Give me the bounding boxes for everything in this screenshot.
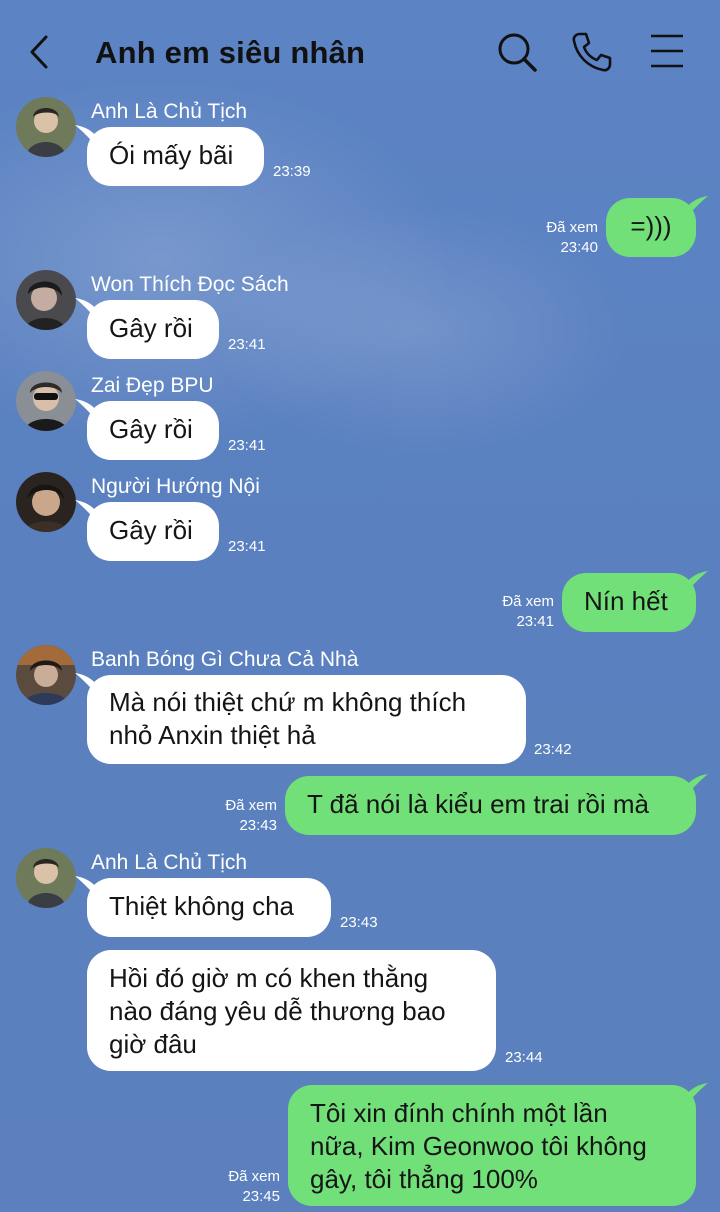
avatar[interactable]: [16, 472, 76, 532]
message-time: 23:41: [228, 437, 266, 454]
message-bubble[interactable]: Hồi đó giờ m có khen thằng nào đáng yêu …: [87, 950, 496, 1071]
message-text: Hồi đó giờ m có khen thằng nào đáng yêu …: [109, 963, 446, 1059]
message-meta: Đã xem 23:43: [225, 796, 277, 836]
menu-icon: [651, 34, 683, 68]
read-status: Đã xem: [546, 219, 598, 236]
avatar[interactable]: [16, 270, 76, 330]
sender-name: Anh Là Chủ Tịch: [91, 851, 248, 874]
search-icon: [498, 33, 537, 72]
sender-name: Zai Đẹp BPU: [91, 374, 214, 397]
back-button[interactable]: [24, 32, 56, 72]
read-status: Đã xem: [228, 1168, 280, 1185]
message-time: 23:44: [505, 1049, 543, 1066]
message-bubble[interactable]: Ói mấy bãi: [75, 125, 264, 186]
message-bubble[interactable]: =))): [606, 196, 708, 257]
message-bubble[interactable]: Gây rồi: [75, 399, 219, 460]
search-button[interactable]: [495, 30, 539, 74]
read-status: Đã xem: [502, 593, 554, 610]
menu-button[interactable]: [645, 30, 689, 74]
message-bubble[interactable]: Gây rồi: [75, 298, 219, 359]
message-text: Ói mấy bãi: [109, 140, 234, 170]
avatar[interactable]: [16, 848, 76, 908]
message-meta: Đã xem 23:40: [546, 218, 598, 258]
chevron-left-icon: [30, 35, 48, 69]
chat-title: Anh em siêu nhân: [95, 35, 366, 70]
message-time: 23:41: [516, 613, 554, 630]
message-text: Gây rồi: [109, 515, 193, 545]
message-bubble[interactable]: T đã nói là kiểu em trai rồi mà: [285, 774, 708, 835]
message-text: Gây rồi: [109, 313, 193, 343]
avatar[interactable]: [16, 645, 76, 705]
message-text: Tôi xin đính chính một lần nữa, Kim Geon…: [310, 1098, 647, 1194]
message-time: 23:43: [340, 914, 378, 931]
chat-header: Anh em siêu nhân: [0, 0, 720, 100]
sender-name: Người Hướng Nội: [91, 475, 260, 498]
phone-icon: [572, 32, 612, 72]
sender-name: Anh Là Chủ Tịch: [91, 100, 248, 123]
message-text: Thiệt không cha: [109, 891, 295, 921]
message-bubble[interactable]: Nín hết: [562, 571, 708, 632]
message-meta: Đã xem 23:45: [228, 1167, 280, 1207]
message-meta: Đã xem 23:41: [502, 592, 554, 632]
read-status: Đã xem: [225, 797, 277, 814]
message-time: 23:41: [228, 538, 266, 555]
sender-name: Won Thích Đọc Sách: [91, 273, 289, 296]
message-text: Gây rồi: [109, 414, 193, 444]
message-text: T đã nói là kiểu em trai rồi mà: [307, 789, 649, 819]
message-bubble[interactable]: Thiệt không cha: [75, 876, 331, 937]
avatar[interactable]: [16, 97, 76, 157]
avatar[interactable]: [16, 371, 76, 431]
message-time: 23:40: [560, 239, 598, 256]
sender-name: Banh Bóng Gì Chưa Cả Nhà: [91, 648, 359, 671]
message-time: 23:39: [273, 163, 311, 180]
message-time: 23:42: [534, 741, 572, 758]
message-bubble[interactable]: Tôi xin đính chính một lần nữa, Kim Geon…: [288, 1083, 708, 1206]
message-time: 23:41: [228, 336, 266, 353]
message-text: =))): [630, 211, 672, 241]
message-text: Mà nói thiệt chứ m không thích nhỏ Anxin…: [109, 687, 467, 750]
message-time: 23:45: [242, 1188, 280, 1205]
call-button[interactable]: [570, 30, 614, 74]
message-bubble[interactable]: Mà nói thiệt chứ m không thích nhỏ Anxin…: [75, 673, 526, 764]
message-time: 23:43: [239, 817, 277, 834]
message-bubble[interactable]: Gây rồi: [75, 500, 219, 561]
message-text: Nín hết: [584, 586, 668, 616]
